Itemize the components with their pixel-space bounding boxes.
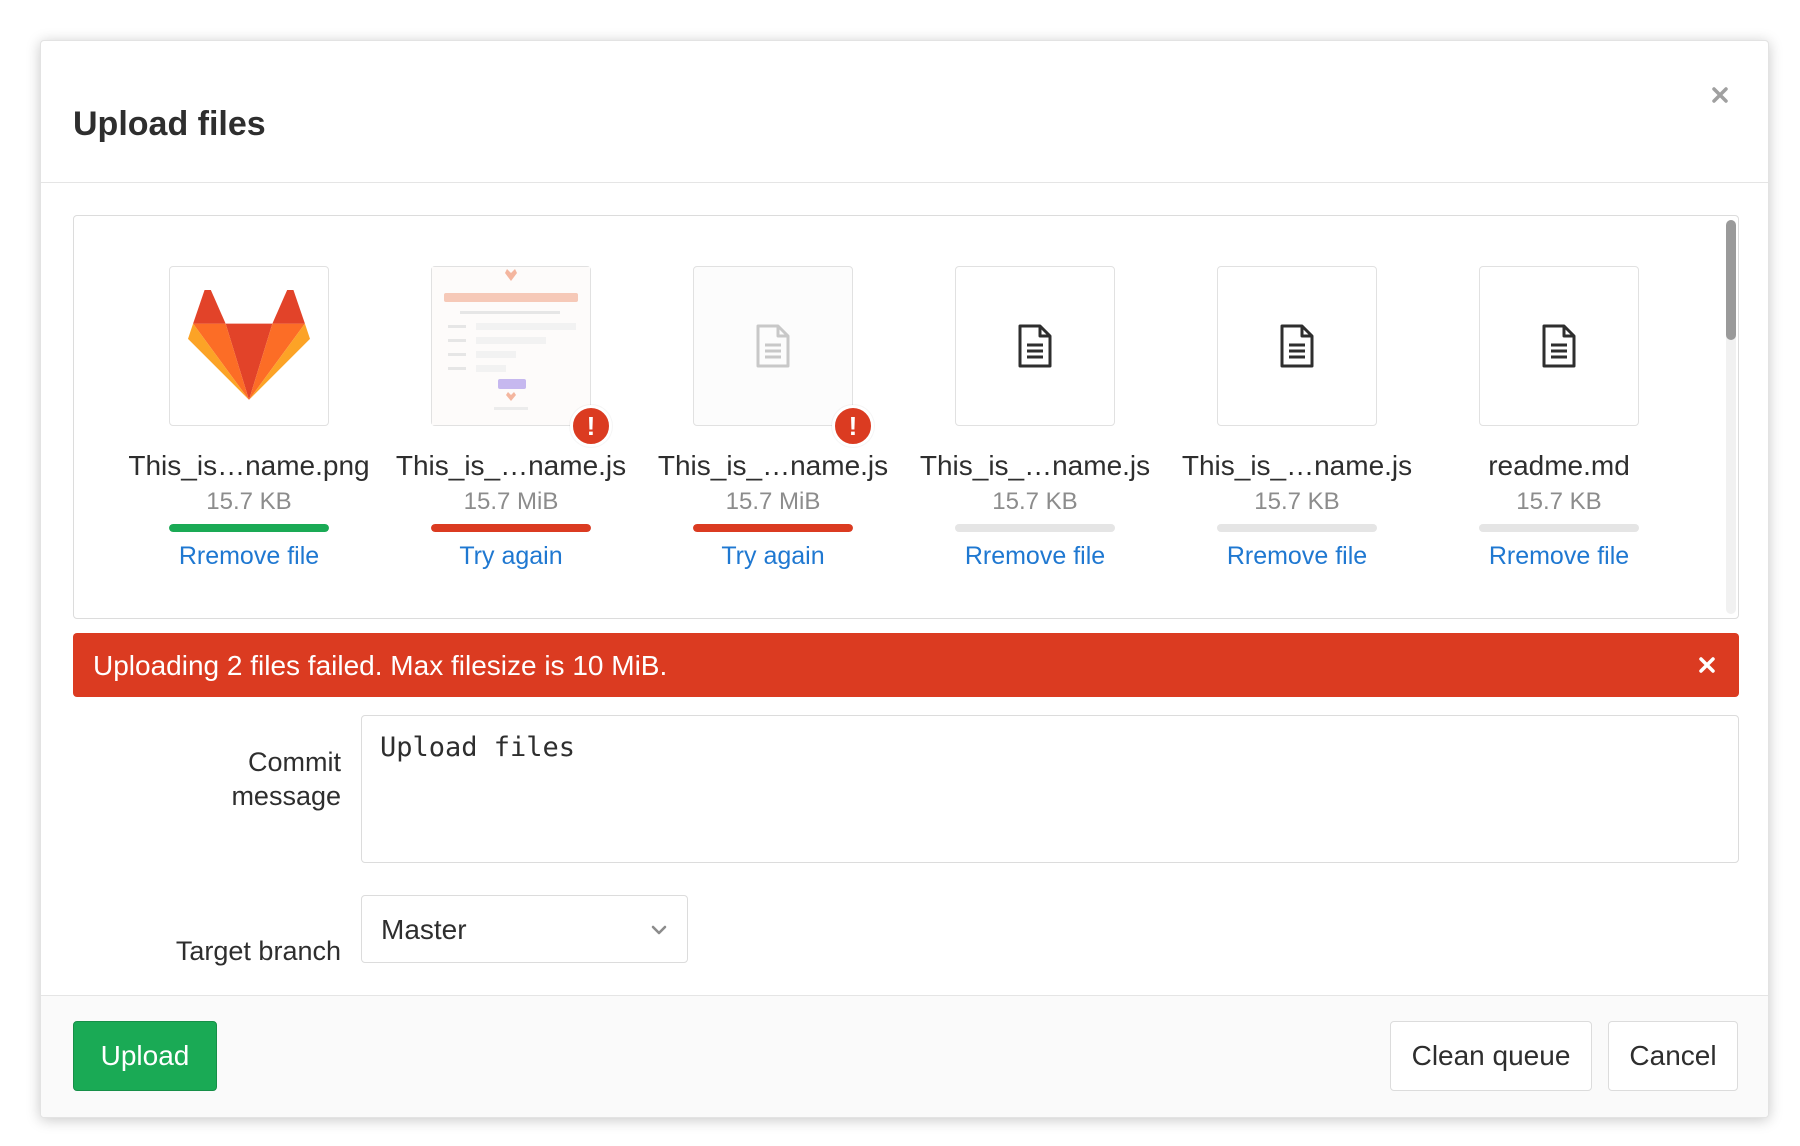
target-branch-label: Target branch [175,936,341,966]
cancel-button[interactable]: Cancel [1608,1021,1738,1091]
clean-queue-button[interactable]: Clean queue [1390,1021,1592,1091]
remove-file-link[interactable]: Rremove file [118,542,380,571]
upload-progress-bar [169,524,329,532]
upload-files-modal: Upload files This_is…name.png 15.7 KB Rr… [40,40,1769,1118]
close-icon [1699,657,1715,673]
upload-error-alert: Uploading 2 files failed. Max filesize i… [73,633,1739,697]
file-drop-zone[interactable]: This_is…name.png 15.7 KB Rremove file ! … [73,215,1739,619]
selected-branch: Master [381,914,467,945]
file-item: ! This_is_…name.js 15.7 MiB Try again [380,266,642,586]
file-item: ! This_is_…name.js 15.7 MiB Try again [642,266,904,586]
file-preview [169,266,329,426]
alert-message: Uploading 2 files failed. Max filesize i… [93,650,668,681]
scrollbar-thumb[interactable] [1726,220,1736,340]
upload-progress-fill [693,524,853,532]
upload-progress-bar [693,524,853,532]
file-icon [1542,324,1576,368]
page-screenshot-thumbnail [432,267,590,425]
target-branch-select[interactable]: Master [361,895,688,963]
file-name: This_is…name.png [128,450,370,481]
try-again-link[interactable]: Try again [380,542,642,571]
file-item: readme.md 15.7 KB Rremove file [1428,266,1690,586]
commit-message-input[interactable] [361,715,1739,863]
file-size: 15.7 KB [1516,488,1602,515]
upload-progress-bar [955,524,1115,532]
upload-button[interactable]: Upload [73,1021,217,1091]
file-item: This_is…name.png 15.7 KB Rremove file [118,266,380,586]
commit-message-label: Commit message [231,747,341,811]
remove-file-link[interactable]: Rremove file [1166,542,1428,571]
upload-progress-fill [169,524,329,532]
file-icon [756,324,790,368]
upload-progress-bar [1479,524,1639,532]
modal-footer: Upload Clean queue Cancel [41,995,1768,1117]
file-preview: ! [431,266,612,447]
file-icon [1280,324,1314,368]
file-list-scrollbar[interactable] [1726,220,1736,614]
file-name: This_is_…name.js [1181,450,1413,481]
file-size: 15.7 KB [206,488,292,515]
modal-close-button[interactable] [1702,77,1738,113]
close-icon [1712,87,1728,103]
remove-file-link[interactable]: Rremove file [1428,542,1690,571]
file-item: This_is_…name.js 15.7 KB Rremove file [904,266,1166,586]
file-preview [1479,266,1639,426]
file-item: This_is_…name.js 15.7 KB Rremove file [1166,266,1428,586]
file-name: This_is_…name.js [395,450,627,481]
alert-dismiss-button[interactable] [1689,647,1725,683]
modal-header: Upload files [41,41,1768,183]
upload-progress-fill [431,524,591,532]
file-name: This_is_…name.js [657,450,889,481]
file-size: 15.7 MiB [725,488,821,515]
modal-title: Upload files [73,105,266,143]
file-preview [1217,266,1377,426]
gitlab-logo-icon [188,290,310,400]
file-size: 15.7 KB [1254,488,1340,515]
file-size: 15.7 KB [992,488,1078,515]
try-again-link[interactable]: Try again [642,542,904,571]
file-size: 15.7 MiB [463,488,559,515]
file-list: This_is…name.png 15.7 KB Rremove file ! … [74,216,1738,618]
file-preview: ! [693,266,874,447]
upload-error-icon: ! [570,405,612,447]
file-icon [1018,324,1052,368]
upload-error-icon: ! [832,405,874,447]
file-name: This_is_…name.js [919,450,1151,481]
upload-progress-bar [431,524,591,532]
chevron-down-icon [651,925,667,935]
remove-file-link[interactable]: Rremove file [904,542,1166,571]
upload-progress-bar [1217,524,1377,532]
file-preview [955,266,1115,426]
file-name: readme.md [1488,450,1630,481]
